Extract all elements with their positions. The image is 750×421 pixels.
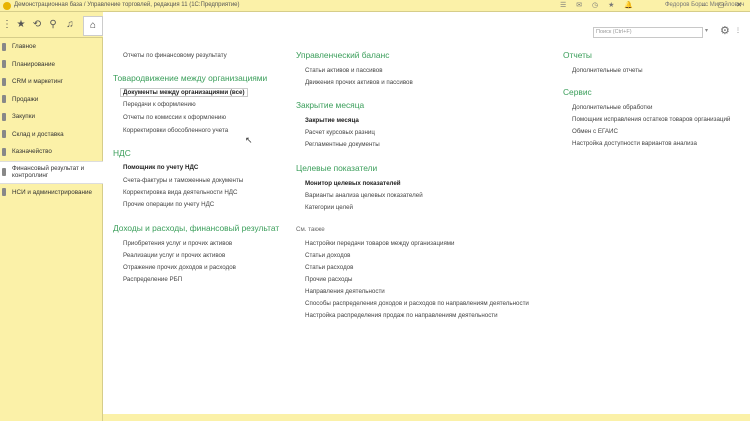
sections-toolbar: ⋮ ★ ⟲ ⚲ ♫ ⌂: [0, 12, 103, 38]
window-controls[interactable]: – ▢ ✕: [702, 1, 747, 9]
link-target-monitor[interactable]: Монитор целевых показателей: [305, 180, 401, 187]
see-also-title: См. также: [296, 226, 325, 233]
titlebar-tools[interactable]: ☰ ✉ ◷ ★ 🔔: [560, 1, 637, 9]
link-exchange-differences[interactable]: Расчет курсовых разниц: [305, 129, 375, 136]
section-icon: [2, 168, 6, 176]
link-other-expenses[interactable]: Прочие расходы: [305, 276, 352, 283]
window-title-bar: Демонстрационная база / Управление торго…: [0, 0, 750, 12]
link-regulatory-docs[interactable]: Регламентные документы: [305, 141, 380, 148]
link-distribution-methods[interactable]: Способы распределения доходов и расходов…: [305, 300, 529, 307]
section-title-service: Сервис: [563, 87, 592, 97]
sidebar-item-warehouse[interactable]: Склад и доставка: [0, 126, 102, 144]
app-logo-icon: [3, 2, 11, 10]
link-stock-correction-assistant[interactable]: Помощник исправления остатков товаров ор…: [572, 116, 730, 123]
section-title-goods-movement: Товародвижение между организациями: [113, 73, 268, 83]
link-vat-assistant[interactable]: Помощник по учету НДС: [123, 164, 198, 171]
sidebar-item-label: Склад и доставка: [12, 130, 64, 138]
link-asset-liability-items[interactable]: Статьи активов и пассивов: [305, 67, 383, 74]
mouse-cursor-icon: ↖: [245, 135, 253, 145]
link-service-sales[interactable]: Реализации услуг и прочих активов: [123, 252, 225, 259]
link-target-analysis-variants[interactable]: Варианты анализа целевых показателей: [305, 192, 423, 199]
link-goods-transfer-settings[interactable]: Настройки передачи товаров между организ…: [305, 240, 455, 247]
favorites-star-icon[interactable]: ★: [14, 18, 28, 32]
bottom-strip: [103, 414, 750, 421]
sidebar-item-nsi-admin[interactable]: НСИ и администрирование: [0, 184, 102, 202]
sidebar-item-treasury[interactable]: Казначейство: [0, 143, 102, 161]
link-vat-activity-correction[interactable]: Корректировка вида деятельности НДС: [123, 189, 237, 196]
sidebar-item-label: Главное: [12, 43, 37, 51]
sidebar-item-label: Закупки: [12, 113, 35, 121]
more-icon[interactable]: ⋮: [735, 27, 741, 34]
sidebar-item-label: CRM и маркетинг: [12, 78, 63, 86]
link-transfers-to-process[interactable]: Передачи к оформлению: [123, 101, 196, 108]
sections-panel: Главное Планирование CRM и маркетинг Про…: [0, 38, 103, 421]
sidebar-item-label: Планирование: [12, 60, 55, 68]
gear-icon[interactable]: ⚙: [720, 24, 730, 37]
section-icon: [2, 77, 6, 86]
link-other-income-expenses[interactable]: Отражение прочих доходов и расходов: [123, 264, 236, 271]
search-icon[interactable]: ⚲: [46, 18, 60, 32]
link-service-acquisitions[interactable]: Приобретения услуг и прочих активов: [123, 240, 232, 247]
grid-menu-icon[interactable]: ⋮: [0, 18, 14, 32]
link-expense-items[interactable]: Статьи расходов: [305, 264, 353, 271]
section-icon: [2, 42, 6, 51]
sidebar-item-label: Финансовый результат и контроллинг: [12, 165, 85, 179]
section-icon: [2, 112, 6, 121]
section-icon: [2, 130, 6, 139]
sidebar-item-financial-result[interactable]: Финансовый результат и контроллинг: [0, 160, 103, 184]
link-additional-processing[interactable]: Дополнительные обработки: [572, 104, 652, 111]
section-title-reports: Отчеты: [563, 50, 592, 60]
link-other-vat-operations[interactable]: Прочие операции по учету НДС: [123, 201, 214, 208]
section-icon: [2, 95, 6, 104]
home-icon[interactable]: ⌂: [83, 16, 103, 36]
history-icon[interactable]: ⟲: [30, 18, 44, 32]
section-title-management-balance: Управленческий баланс: [296, 50, 390, 60]
link-additional-reports[interactable]: Дополнительные отчеты: [572, 67, 643, 74]
section-icon: [2, 60, 6, 69]
bell-icon[interactable]: ♫: [63, 18, 77, 32]
section-icon: [2, 188, 6, 197]
link-month-close[interactable]: Закрытие месяца: [305, 117, 359, 124]
link-other-asset-movements[interactable]: Движения прочих активов и пассивов: [305, 79, 413, 86]
link-analysis-variant-access[interactable]: Настройка доступности вариантов анализа: [572, 140, 697, 147]
section-title-target-indicators: Целевые показатели: [296, 163, 378, 173]
link-docs-between-orgs[interactable]: Документы между организациями (все): [120, 88, 248, 97]
sidebar-item-main[interactable]: Главное: [0, 38, 102, 56]
link-income-items[interactable]: Статьи доходов: [305, 252, 350, 259]
link-rbp-distribution[interactable]: Распределение РБП: [123, 276, 182, 283]
link-activity-directions[interactable]: Направления деятельности: [305, 288, 385, 295]
link-commission-reports[interactable]: Отчеты по комиссии к оформлению: [123, 114, 226, 121]
section-title-month-close: Закрытие месяца: [296, 100, 365, 110]
sidebar-item-crm[interactable]: CRM и маркетинг: [0, 73, 102, 91]
sidebar-item-label: НСИ и администрирование: [12, 188, 92, 196]
link-separate-accounting-corrections[interactable]: Корректировки обособленного учета: [123, 127, 228, 134]
link-sales-distribution-settings[interactable]: Настройка распределения продаж по направ…: [305, 312, 498, 319]
window-title: Демонстрационная база / Управление торго…: [14, 2, 240, 8]
sidebar-item-label: Продажи: [12, 95, 39, 103]
search-input[interactable]: Поиск (Ctrl+F): [593, 27, 703, 38]
search-dropdown-icon[interactable]: ▾: [705, 27, 708, 34]
section-icon: [2, 147, 6, 156]
sidebar-item-sales[interactable]: Продажи: [0, 91, 102, 109]
link-financial-result-reports[interactable]: Отчеты по финансовому результату: [123, 52, 227, 59]
link-invoices-customs[interactable]: Счета-фактуры и таможенные документы: [123, 177, 243, 184]
section-title-income-expenses: Доходы и расходы, финансовый результат: [113, 223, 280, 233]
link-egais-exchange[interactable]: Обмен с ЕГАИС: [572, 128, 618, 135]
sidebar-item-label: Казначейство: [12, 148, 52, 156]
sidebar-item-purchases[interactable]: Закупки: [0, 108, 102, 126]
sidebar-item-planning[interactable]: Планирование: [0, 56, 102, 74]
link-goal-categories[interactable]: Категории целей: [305, 204, 353, 211]
section-title-vat: НДС: [113, 148, 131, 158]
